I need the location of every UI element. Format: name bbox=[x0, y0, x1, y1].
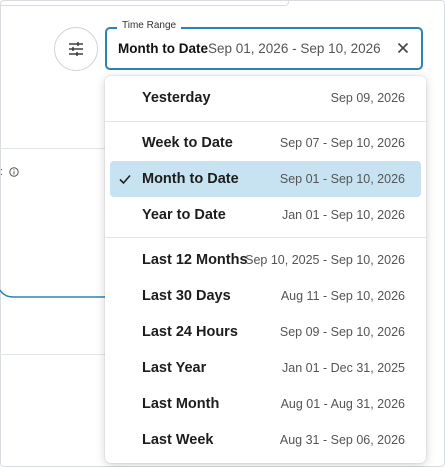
option-last-week[interactable]: Last Week Aug 31 - Sep 06, 2026 bbox=[110, 422, 421, 458]
option-label: Last Year bbox=[142, 360, 207, 376]
option-range: Aug 01 - Aug 31, 2026 bbox=[280, 397, 405, 411]
top-panel-edge bbox=[0, 0, 289, 6]
check-icon bbox=[119, 174, 131, 185]
chart-series-line bbox=[0, 289, 120, 298]
time-range-dropdown: Yesterday Sep 09, 2026 Week to Date Sep … bbox=[105, 76, 426, 463]
metric-label-fragment: : bbox=[0, 166, 4, 178]
option-last-year[interactable]: Last Year Jan 01 - Dec 31, 2025 bbox=[110, 350, 421, 386]
close-icon bbox=[397, 42, 409, 54]
option-yesterday[interactable]: Yesterday Sep 09, 2026 bbox=[110, 80, 421, 116]
option-last-24-hours[interactable]: Last 24 Hours Sep 09 - Sep 10, 2026 bbox=[110, 314, 421, 350]
filter-button[interactable] bbox=[54, 27, 98, 71]
option-label: Last 12 Months bbox=[142, 252, 248, 268]
time-range-selected-dates: Sep 01, 2026 - Sep 10, 2026 bbox=[208, 41, 381, 56]
option-label: Last 24 Hours bbox=[142, 324, 238, 340]
option-label: Last 30 Days bbox=[142, 288, 231, 304]
option-label: Month to Date bbox=[142, 171, 239, 187]
time-range-legend: Time Range bbox=[117, 20, 182, 31]
option-label: Week to Date bbox=[142, 135, 233, 151]
option-label: Yesterday bbox=[142, 90, 211, 106]
sliders-icon bbox=[69, 42, 83, 56]
option-range: Aug 31 - Sep 06, 2026 bbox=[279, 433, 405, 447]
info-icon[interactable] bbox=[9, 167, 19, 177]
option-range: Jan 01 - Sep 10, 2026 bbox=[281, 208, 405, 222]
option-range: Jan 01 - Dec 31, 2025 bbox=[282, 361, 405, 375]
option-last-12-months[interactable]: Last 12 Months Sep 10, 2025 - Sep 10, 20… bbox=[110, 242, 421, 278]
option-range: Sep 10, 2025 - Sep 10, 2026 bbox=[245, 253, 405, 267]
section-divider bbox=[0, 354, 120, 355]
option-divider bbox=[105, 121, 426, 122]
option-range: Sep 01 - Sep 10, 2026 bbox=[279, 172, 405, 186]
option-month-to-date[interactable]: Month to Date Sep 01 - Sep 10, 2026 bbox=[110, 161, 421, 197]
option-range: Aug 11 - Sep 10, 2026 bbox=[280, 289, 405, 303]
option-year-to-date[interactable]: Year to Date Jan 01 - Sep 10, 2026 bbox=[110, 197, 421, 233]
option-label: Year to Date bbox=[142, 207, 226, 223]
option-range: Sep 09 - Sep 10, 2026 bbox=[279, 325, 405, 339]
time-range-selected-label: Month to Date bbox=[118, 41, 208, 56]
option-last-30-days[interactable]: Last 30 Days Aug 11 - Sep 10, 2026 bbox=[110, 278, 421, 314]
option-label: Last Month bbox=[142, 396, 220, 412]
option-range: Sep 07 - Sep 10, 2026 bbox=[279, 136, 405, 150]
option-week-to-date[interactable]: Week to Date Sep 07 - Sep 10, 2026 bbox=[110, 125, 421, 161]
time-range-value: Month to DateSep 01, 2026 - Sep 10, 2026 bbox=[118, 41, 396, 56]
option-label: Last Week bbox=[142, 432, 214, 448]
option-range: Sep 09, 2026 bbox=[330, 91, 405, 105]
option-last-month[interactable]: Last Month Aug 01 - Aug 31, 2026 bbox=[110, 386, 421, 422]
clear-button[interactable] bbox=[395, 40, 411, 56]
option-divider bbox=[105, 237, 426, 238]
time-range-field[interactable]: Time Range Month to DateSep 01, 2026 - S… bbox=[105, 20, 423, 70]
